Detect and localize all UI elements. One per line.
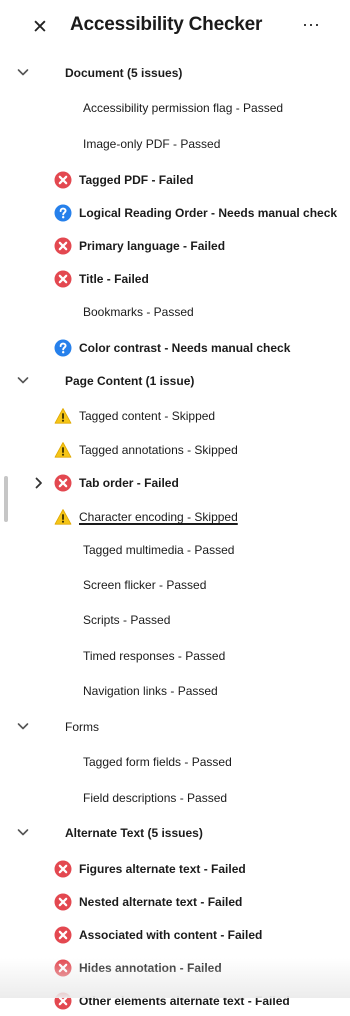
help-icon (54, 204, 72, 222)
rule-label: Figures alternate text - Failed (79, 862, 246, 876)
rule-label: Associated with content - Failed (79, 928, 263, 942)
rule-label: Image-only PDF - Passed (83, 137, 221, 151)
rule-label: Field descriptions - Passed (83, 791, 228, 805)
rule-label: Scripts - Passed (83, 613, 171, 627)
warning-icon (54, 508, 72, 526)
rule-tagged-content[interactable]: Tagged content - Skipped (0, 401, 350, 431)
rule-screen-flicker[interactable]: Screen flicker - Passed (0, 570, 350, 600)
failed-icon (54, 926, 72, 944)
failed-icon (54, 893, 72, 911)
chevron-down-icon[interactable] (14, 371, 32, 389)
rule-label: Navigation links - Passed (83, 684, 218, 698)
section-page-content[interactable]: Page Content (1 issue) (0, 366, 350, 396)
rule-associated-with-content[interactable]: Associated with content - Failed (0, 920, 350, 950)
rule-accessibility-permission-flag[interactable]: Accessibility permission flag - Passed (0, 93, 350, 123)
rule-color-contrast[interactable]: Color contrast - Needs manual check (0, 333, 350, 363)
rule-label: Screen flicker - Passed (83, 578, 207, 592)
rule-label: Tagged form fields - Passed (83, 755, 232, 769)
scroll-fade (0, 958, 350, 998)
rule-label: Timed responses - Passed (83, 649, 226, 663)
panel-resize-handle[interactable] (4, 476, 8, 522)
chevron-down-icon[interactable] (14, 823, 32, 841)
rule-tagged-multimedia[interactable]: Tagged multimedia - Passed (0, 535, 350, 565)
rule-bookmarks[interactable]: Bookmarks - Passed (0, 297, 350, 327)
rule-logical-reading-order[interactable]: Logical Reading Order - Needs manual che… (0, 198, 350, 228)
panel-header: ✕ Accessibility Checker ··· (0, 0, 350, 56)
failed-icon (54, 860, 72, 878)
failed-icon (54, 171, 72, 189)
rule-tagged-pdf[interactable]: Tagged PDF - Failed (0, 165, 350, 195)
close-icon[interactable]: ✕ (30, 16, 50, 40)
failed-icon (54, 474, 72, 492)
rule-label: Title - Failed (79, 272, 149, 286)
rule-field-descriptions[interactable]: Field descriptions - Passed (0, 783, 350, 813)
rule-label: Tagged content - Skipped (79, 409, 216, 423)
help-icon (54, 339, 72, 357)
section-label: Page Content (1 issue) (65, 374, 195, 388)
section-forms[interactable]: Forms (0, 712, 350, 742)
rule-tab-order[interactable]: Tab order - Failed (0, 468, 350, 498)
rule-tagged-annotations[interactable]: Tagged annotations - Skipped (0, 435, 350, 465)
rule-label: Tagged annotations - Skipped (79, 443, 238, 457)
rule-label: Bookmarks - Passed (83, 305, 194, 319)
rule-figures-alternate-text[interactable]: Figures alternate text - Failed (0, 854, 350, 884)
failed-icon (54, 270, 72, 288)
rule-label: Accessibility permission flag - Passed (83, 101, 284, 115)
chevron-right-icon[interactable] (32, 475, 46, 491)
rule-label: Character encoding - Skipped (79, 510, 238, 524)
rule-image-only-pdf[interactable]: Image-only PDF - Passed (0, 129, 350, 159)
rule-label: Tab order - Failed (79, 476, 179, 490)
rule-navigation-links[interactable]: Navigation links - Passed (0, 676, 350, 706)
section-label: Forms (65, 720, 99, 734)
rule-nested-alternate-text[interactable]: Nested alternate text - Failed (0, 887, 350, 917)
rule-label: Nested alternate text - Failed (79, 895, 243, 909)
warning-icon (54, 441, 72, 459)
failed-icon (54, 237, 72, 255)
more-options-icon[interactable]: ··· (298, 14, 324, 40)
section-alternate-text[interactable]: Alternate Text (5 issues) (0, 818, 350, 848)
section-label: Document (5 issues) (65, 66, 183, 80)
rule-character-encoding[interactable]: Character encoding - Skipped (0, 502, 350, 532)
rule-tagged-form-fields[interactable]: Tagged form fields - Passed (0, 747, 350, 777)
rule-scripts[interactable]: Scripts - Passed (0, 605, 350, 635)
rule-timed-responses[interactable]: Timed responses - Passed (0, 641, 350, 671)
rule-label: Tagged PDF - Failed (79, 173, 194, 187)
section-label: Alternate Text (5 issues) (65, 826, 203, 840)
rule-title[interactable]: Title - Failed (0, 264, 350, 294)
rule-label: Tagged multimedia - Passed (83, 543, 235, 557)
section-document[interactable]: Document (5 issues) (0, 58, 350, 88)
chevron-down-icon[interactable] (14, 717, 32, 735)
rule-primary-language[interactable]: Primary language - Failed (0, 231, 350, 261)
panel-title: Accessibility Checker (70, 14, 263, 35)
rule-label: Color contrast - Needs manual check (79, 341, 291, 355)
warning-icon (54, 407, 72, 425)
chevron-down-icon[interactable] (14, 63, 32, 81)
rule-label: Primary language - Failed (79, 239, 226, 253)
rule-label: Logical Reading Order - Needs manual che… (79, 206, 338, 220)
